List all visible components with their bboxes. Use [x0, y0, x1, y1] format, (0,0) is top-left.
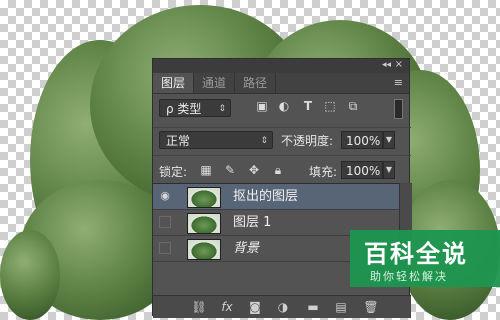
panel-bottom-toolbar: ⛓ fx ◙ ◑ ▬ ▤ 🗑︎	[153, 295, 411, 318]
smart-object-icon[interactable]: ⧉	[346, 99, 360, 113]
tab-paths[interactable]: 路径	[235, 73, 277, 93]
fill-input[interactable]: 100%	[341, 161, 383, 179]
fx-icon[interactable]: fx	[219, 299, 235, 315]
mask-icon[interactable]: ◙	[247, 299, 263, 315]
layer-name: 背景	[233, 241, 260, 256]
lock-all-icon[interactable]: 🔒︎	[271, 163, 285, 177]
filter-label: ρ 类型	[166, 102, 202, 116]
adjustment-icon[interactable]: ◑	[275, 299, 291, 315]
layer-thumbnail	[187, 239, 221, 260]
layer-row[interactable]: ◉ 抠出的图层	[153, 184, 399, 210]
layer-name: 图层 1	[233, 215, 272, 230]
lock-image-pixels-icon[interactable]: ✎	[223, 163, 237, 177]
blend-mode-value: 正常	[166, 134, 191, 148]
opacity-input[interactable]: 100%	[341, 131, 383, 149]
opacity-dropdown-arrow[interactable]: ▼	[383, 131, 395, 149]
layer-filter-dropdown[interactable]: ρ 类型 ⇕	[159, 99, 231, 117]
close-icon[interactable]: ×	[395, 59, 403, 70]
panel-titlebar[interactable]: ◂◂ ×	[153, 59, 409, 73]
image-icon[interactable]: ▣	[255, 99, 269, 113]
watermark-title: 百科全说	[364, 240, 468, 268]
collapse-icon[interactable]: ◂◂	[382, 60, 391, 70]
type-T-icon[interactable]: T	[301, 99, 315, 113]
opacity-label: 不透明度:	[281, 134, 334, 148]
layer-name: 抠出的图层	[233, 189, 299, 204]
shape-icon[interactable]: ⬚	[323, 99, 337, 113]
updown-arrows-icon: ⇕	[218, 104, 226, 114]
blend-mode-dropdown[interactable]: 正常 ⇕	[159, 131, 273, 149]
watermark-subtitle: 助你轻松解决	[370, 270, 448, 283]
eye-icon[interactable]: ◉	[159, 190, 171, 202]
layer-thumbnail	[187, 213, 221, 234]
layer-thumbnail	[187, 187, 221, 208]
lock-label: 锁定:	[159, 165, 188, 179]
visibility-toggle[interactable]	[159, 216, 171, 228]
tab-channels[interactable]: 通道	[194, 73, 236, 93]
watermark-logo: 百科全说 助你轻松解决	[350, 230, 500, 287]
tab-layers[interactable]: 图层	[153, 73, 195, 93]
trash-icon[interactable]: 🗑︎	[363, 299, 379, 315]
panel-tabs: 图层 通道 路径 ≡	[153, 73, 409, 94]
new-layer-icon[interactable]: ▤	[333, 299, 349, 315]
adjustment-circle-icon[interactable]: ◐	[277, 99, 291, 113]
lock-position-icon[interactable]: ✥	[247, 163, 261, 177]
fill-dropdown-arrow[interactable]: ▼	[383, 161, 395, 179]
updown-arrows-icon: ⇕	[260, 136, 268, 146]
fill-label: 填充:	[309, 165, 338, 179]
link-icon[interactable]: ⛓	[191, 299, 207, 315]
visibility-toggle[interactable]	[159, 242, 171, 254]
panel-menu-icon[interactable]: ≡	[394, 76, 403, 89]
lock-transparent-pixels-icon[interactable]: ▦	[199, 163, 213, 177]
folder-icon[interactable]: ▬	[305, 299, 321, 315]
filter-toggle[interactable]	[394, 99, 403, 119]
